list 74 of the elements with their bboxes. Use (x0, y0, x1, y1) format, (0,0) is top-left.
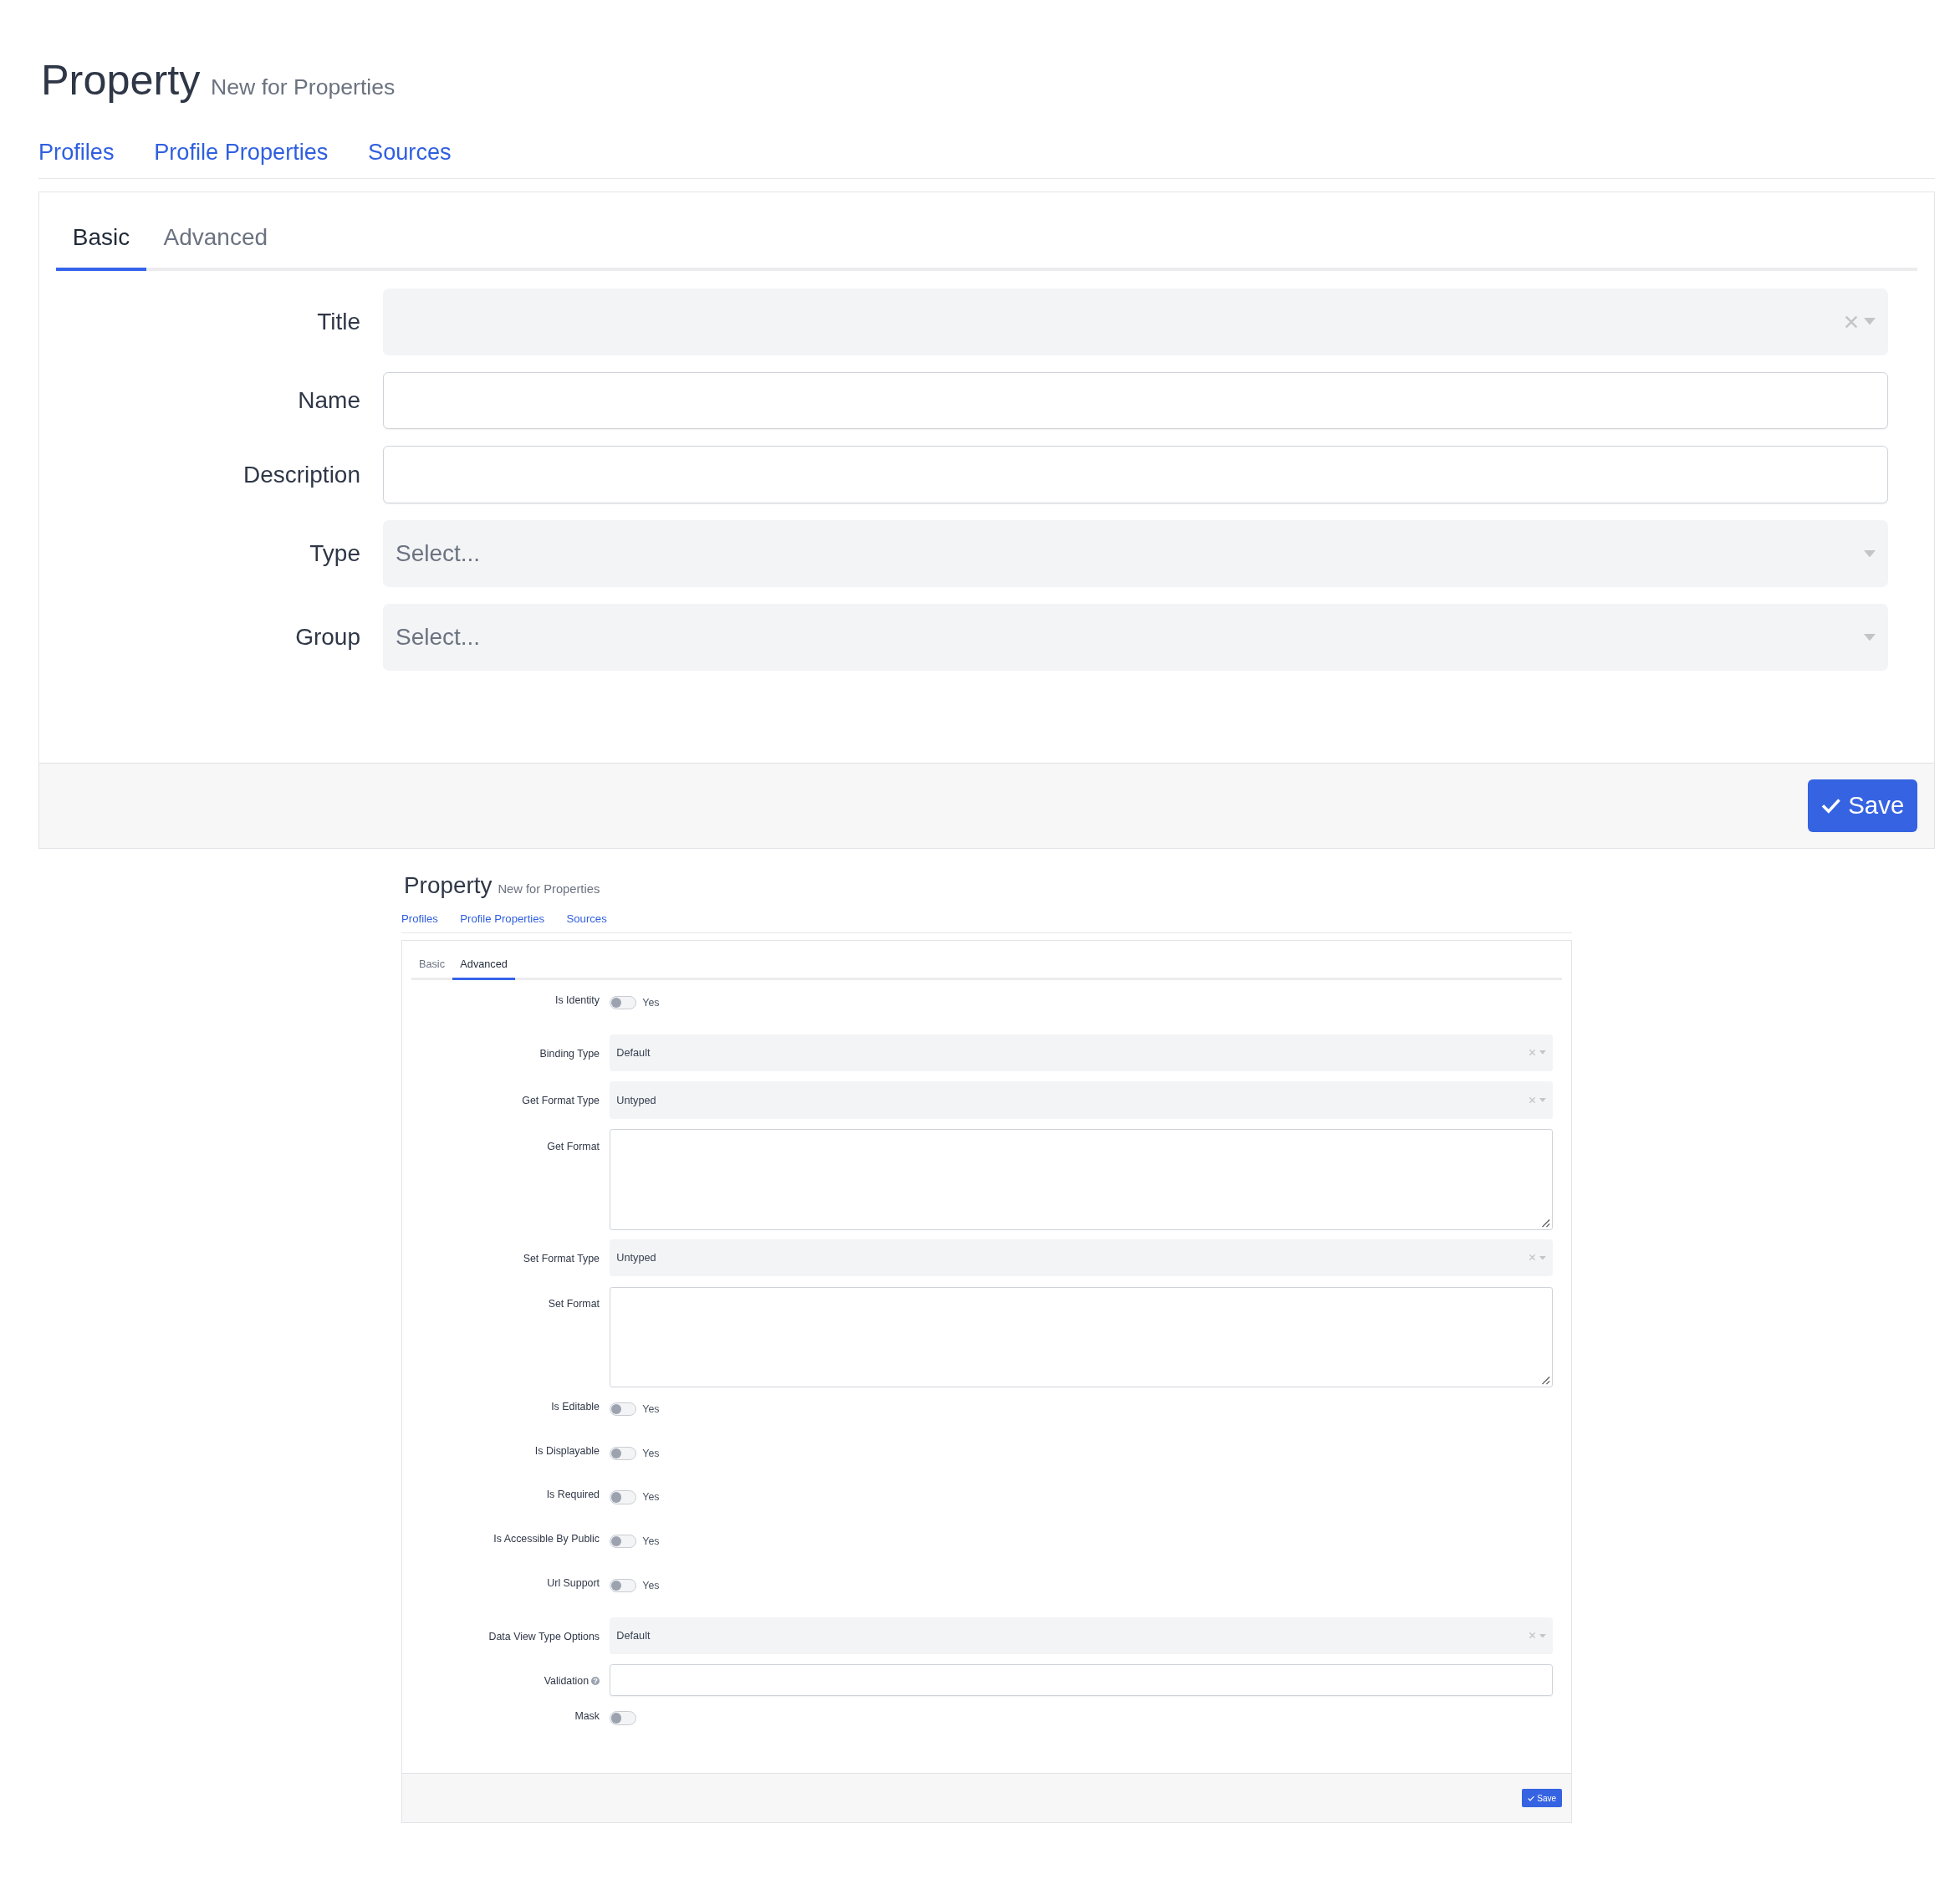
save-button[interactable]: Save (1807, 779, 1918, 832)
resize-handle-icon[interactable] (1539, 1375, 1551, 1386)
toggle-switch[interactable] (609, 1402, 637, 1417)
clear-icon[interactable] (1845, 315, 1857, 328)
clear-icon[interactable] (1529, 1050, 1536, 1056)
field-label: Set Format Type (523, 1252, 600, 1264)
tab[interactable]: Basic (55, 217, 147, 271)
tab[interactable]: Advanced (452, 954, 515, 981)
toggle-switch[interactable] (609, 1578, 637, 1592)
toggle-switch[interactable] (609, 1534, 637, 1549)
input-field[interactable] (382, 371, 1889, 430)
nav-link[interactable]: Profiles (38, 138, 115, 166)
field-label: Is Displayable (534, 1444, 600, 1457)
field-label: Title (317, 308, 360, 335)
field-label: Mask (574, 1709, 600, 1722)
field-label: Is Identity (554, 994, 600, 1006)
field-label: Type (309, 540, 360, 568)
toggle-switch[interactable] (609, 995, 637, 1009)
input-field[interactable] (609, 1664, 1554, 1697)
field-label: Url Support (547, 1576, 600, 1589)
page-subtitle: New for Properties (498, 882, 600, 896)
toggle-label: Yes (642, 1579, 660, 1591)
caret-icon[interactable] (1864, 633, 1876, 641)
check-icon (1528, 1795, 1535, 1801)
field-label: Validation (544, 1674, 590, 1687)
caret-icon[interactable] (1864, 318, 1876, 325)
caret-icon[interactable] (1864, 549, 1876, 558)
field-label: Set Format (548, 1298, 600, 1310)
resize-handle-icon[interactable] (1539, 1217, 1551, 1228)
toggle-label: Yes (642, 996, 660, 1009)
nav-link[interactable]: Sources (566, 912, 607, 926)
check-icon (1820, 797, 1841, 815)
toggle-label: Yes (642, 1447, 660, 1459)
select-field[interactable]: Untyped (609, 1081, 1554, 1119)
clear-icon[interactable] (1529, 1254, 1536, 1261)
toggle-label: Yes (642, 1403, 660, 1416)
page-title: Property (404, 872, 493, 900)
caret-icon[interactable] (1539, 1633, 1546, 1638)
select-field[interactable]: Default (609, 1617, 1554, 1654)
toggle-switch[interactable] (609, 1490, 637, 1504)
field-label: Get Format (547, 1140, 600, 1152)
select-field[interactable]: Default (609, 1034, 1554, 1071)
caret-icon[interactable] (1539, 1255, 1546, 1260)
field-label: Get Format Type (522, 1095, 600, 1107)
select-field[interactable] (382, 288, 1889, 355)
toggle-switch[interactable] (609, 1446, 637, 1460)
field-label: Name (298, 387, 360, 414)
caret-icon[interactable] (1539, 1050, 1546, 1055)
field-label: Is Editable (551, 1401, 600, 1413)
page-title: Property (41, 55, 201, 105)
field-label: Group (295, 624, 360, 651)
clear-icon[interactable] (1529, 1097, 1536, 1103)
save-button[interactable]: Save (1522, 1789, 1563, 1808)
nav-link[interactable]: Profiles (401, 912, 438, 926)
tab[interactable]: Basic (411, 954, 453, 981)
nav-link[interactable]: Profile Properties (460, 912, 545, 926)
field-label: Description (242, 461, 360, 488)
select-field[interactable]: Select... (382, 520, 1889, 587)
field-label: Is Required (546, 1489, 600, 1501)
field-label: Binding Type (539, 1047, 600, 1060)
clear-icon[interactable] (1529, 1632, 1536, 1639)
nav-link[interactable]: Profile Properties (154, 138, 329, 166)
field-label: Data View Type Options (488, 1630, 600, 1642)
caret-icon[interactable] (1539, 1098, 1546, 1102)
toggle-switch[interactable] (609, 1711, 637, 1725)
toggle-label: Yes (642, 1535, 660, 1548)
nav-link[interactable]: Sources (368, 138, 452, 166)
field-label: Is Accessible By Public (493, 1533, 600, 1545)
page-subtitle: New for Properties (211, 74, 396, 100)
tab[interactable]: Advanced (146, 217, 285, 271)
toggle-label: Yes (642, 1491, 660, 1504)
select-field[interactable]: Untyped (609, 1239, 1554, 1277)
select-field[interactable]: Select... (382, 604, 1889, 671)
input-field[interactable] (382, 446, 1889, 504)
